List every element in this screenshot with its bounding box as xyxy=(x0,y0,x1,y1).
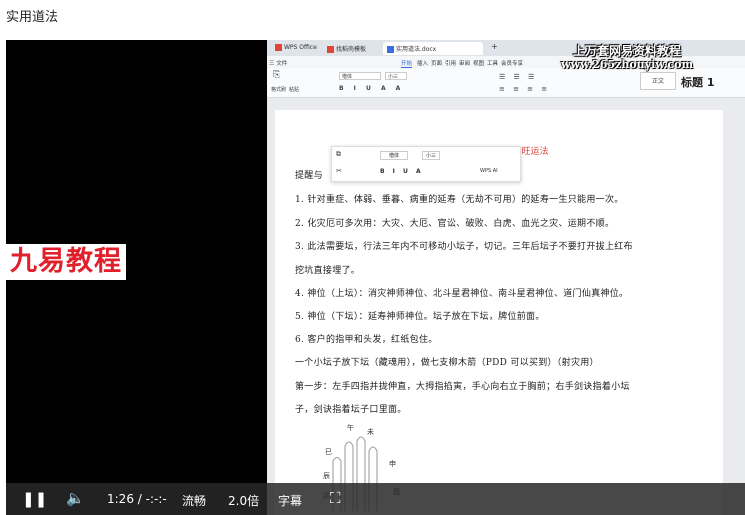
ribbon-toolbar: ⎘ 格式刷 粘贴 楷体 小三 B I U A A ☰ ☰ ☰ ≡ ≡ ≡ ≡ 正… xyxy=(267,68,745,98)
tab-document[interactable]: 实用道法.docx xyxy=(383,42,483,55)
doc-line: 挖坑直接埋了。 xyxy=(295,266,361,276)
diagram-label: 巳 xyxy=(325,448,332,456)
float-font-size[interactable]: 小三 xyxy=(422,151,441,160)
pause-icon[interactable]: ❚❚ xyxy=(22,490,47,508)
diagram-label: 申 xyxy=(389,459,396,468)
tab-templates[interactable]: 找稻壳模板 xyxy=(323,42,370,55)
menu-review[interactable]: 审阅 xyxy=(459,59,470,67)
document-page[interactable]: 茅山北斗延寿化灾旺运法 提醒与 1. 针对重症、体弱、垂暮、病重的延寿（无劫不可… xyxy=(275,110,723,515)
doc-line: 第一步：左手四指并拢伸直，大拇指掐寅，手心向右立于胸前；右手剑诀指着小坛 xyxy=(295,382,630,392)
diagram-label: 辰 xyxy=(323,472,330,480)
video-player[interactable]: 九易教程 WPS Office 找稻壳模板 实用道法.docx + 三 文件 开… xyxy=(6,40,745,515)
bold-italic-underline-icons[interactable]: B I U A A xyxy=(339,85,404,92)
doc-line: 3. 此法需要坛，行法三年内不可移动小坛子，切记。三年后坛子不要打开拔上红布 xyxy=(295,242,633,252)
menu-member[interactable]: 会员专享 xyxy=(501,59,523,67)
menu-tools[interactable]: 工具 xyxy=(487,59,498,67)
volume-icon[interactable]: 🔈 xyxy=(66,489,85,507)
watermark-right: 上万套网易资料教程 www.265zhouyiw.com xyxy=(561,44,694,71)
wps-icon xyxy=(275,44,282,51)
wps-ai-label[interactable]: WPS AI xyxy=(480,168,498,174)
menu-view[interactable]: 视图 xyxy=(473,59,484,67)
doc-icon xyxy=(387,46,394,53)
style-heading-1[interactable]: 标题 1 xyxy=(681,74,714,90)
float-style-icons[interactable]: B I U A xyxy=(380,168,424,175)
font-size-select[interactable]: 小三 xyxy=(385,72,407,80)
doc-line: 提醒与 xyxy=(295,171,323,181)
quality-button[interactable]: 流畅 xyxy=(182,492,206,509)
paragraph-icons[interactable]: ☰ ☰ ☰ xyxy=(499,73,537,81)
watermark-left: 九易教程 xyxy=(6,244,126,280)
floating-format-toolbar: ⧉ 楷体 小三 ✂ B I U A WPS AI xyxy=(331,146,521,182)
speed-button[interactable]: 2.0倍 xyxy=(228,492,259,509)
paste-label[interactable]: 粘贴 xyxy=(289,86,299,93)
time-display: 1:26 / -:-:- xyxy=(107,492,167,506)
template-icon xyxy=(327,46,334,53)
paste-icon[interactable]: ⎘ xyxy=(273,70,280,80)
page-title: 实用道法 xyxy=(6,10,59,25)
format-painter-label[interactable]: 格式刷 xyxy=(271,86,286,93)
format-painter-icon[interactable]: ✂ xyxy=(336,167,342,175)
menu-insert[interactable]: 插入 xyxy=(417,59,428,67)
add-tab-button[interactable]: + xyxy=(487,40,502,53)
doc-line: 2. 化灾厄可多次用：大灾、大厄、官讼、破败、白虎、血光之灾、运期不顺。 xyxy=(295,219,615,229)
doc-line: 1. 针对重症、体弱、垂暮、病重的延寿（无劫不可用）的延寿一生只能用一次。 xyxy=(295,195,624,205)
copy-icon[interactable]: ⧉ xyxy=(336,150,341,159)
video-frame: WPS Office 找稻壳模板 实用道法.docx + 三 文件 开始 插入 … xyxy=(267,40,745,515)
tab-wps-office[interactable]: WPS Office xyxy=(271,42,321,55)
menu-file[interactable]: 三 文件 xyxy=(269,59,287,67)
doc-line: 6. 客户的指甲和头发，红纸包住。 xyxy=(295,335,438,345)
fullscreen-icon[interactable]: ⛶ xyxy=(330,489,341,507)
menu-home[interactable]: 开始 xyxy=(401,59,413,68)
align-icons[interactable]: ≡ ≡ ≡ ≡ xyxy=(499,85,550,93)
diagram-label: 未 xyxy=(367,427,374,436)
font-name-select[interactable]: 楷体 xyxy=(339,72,381,80)
menu-layout[interactable]: 页面 xyxy=(431,59,442,67)
style-normal[interactable]: 正文 xyxy=(640,72,676,90)
doc-line: 5. 神位（下坛）：延寿神师神位。坛子放在下坛，牌位前面。 xyxy=(295,312,545,322)
doc-line: 4. 神位（上坛）：消灾神师神位、北斗星君神位、南斗星君神位、道门仙真神位。 xyxy=(295,289,629,299)
doc-line: 子，剑诀指着坛子口里面。 xyxy=(295,405,407,415)
doc-line: 一个小坛子放下坛（藏魂用），做七支柳木箭（PDD 可以买到）（射灾用） xyxy=(295,358,599,368)
player-controls: ❚❚ 🔈 1:26 / -:-:- 流畅 2.0倍 字幕 ⛶ xyxy=(6,483,745,515)
float-font-name[interactable]: 楷体 xyxy=(380,151,409,160)
menu-reference[interactable]: 引用 xyxy=(445,59,456,67)
subtitle-button[interactable]: 字幕 xyxy=(278,492,302,509)
diagram-label: 午 xyxy=(347,423,354,432)
